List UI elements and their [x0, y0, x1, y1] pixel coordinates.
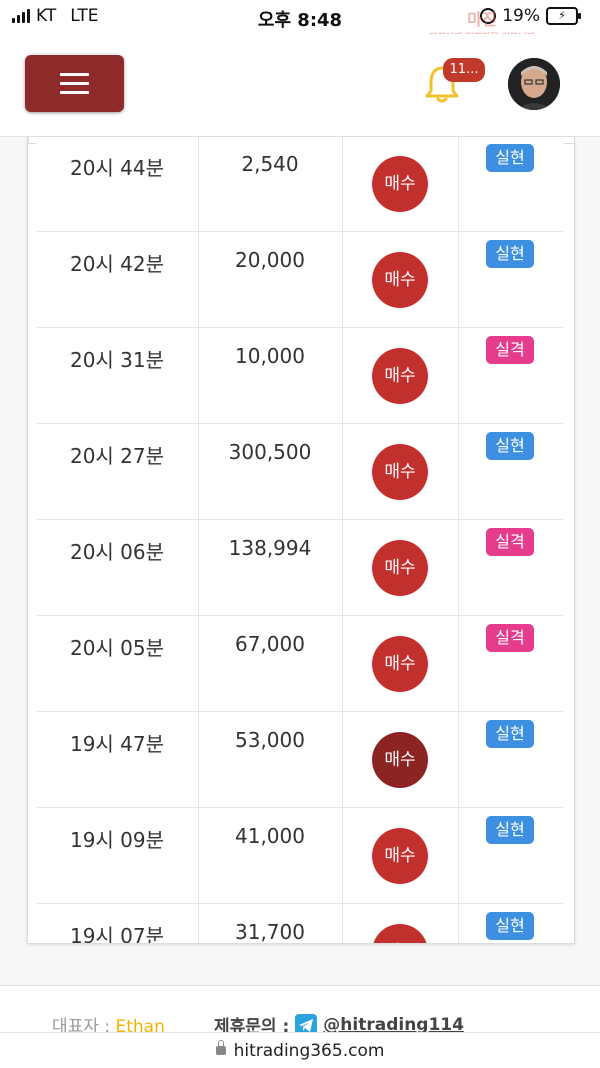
notification-badge[interactable]: 11...	[443, 58, 485, 82]
result-badge: 실현	[486, 432, 534, 460]
menu-line-icon	[60, 73, 89, 76]
table-row: 19시 09분 41,000 매수 실현	[36, 808, 564, 904]
result-badge: 실격	[486, 528, 534, 556]
amount-cell: 41,000	[198, 808, 343, 904]
table-row: 20시 05분 67,000 매수 실격	[36, 616, 564, 712]
amount-cell: 20,000	[198, 232, 343, 328]
table-row: 20시 06분 138,994 매수 실격	[36, 520, 564, 616]
buy-button[interactable]: 매수	[372, 540, 428, 596]
hamburger-menu-button[interactable]	[25, 55, 124, 112]
result-cell: 실격	[458, 616, 564, 712]
trade-amount: 67,000	[235, 632, 305, 656]
time-cell: 20시 42분	[36, 232, 199, 328]
trade-amount: 300,500	[228, 440, 312, 464]
trade-amount: 2,540	[241, 152, 299, 176]
url-display[interactable]: hitrading365.com	[0, 1040, 600, 1061]
trade-amount: 41,000	[235, 824, 305, 848]
trade-time: 20시 31분	[69, 348, 165, 372]
time-cell: 20시 44분	[36, 137, 199, 232]
result-badge: 실현	[486, 240, 534, 268]
trade-amount: 10,000	[235, 344, 305, 368]
trade-amount: 20,000	[235, 248, 305, 272]
buy-button[interactable]: 매수	[372, 636, 428, 692]
amount-cell: 53,000	[198, 712, 343, 808]
amount-cell: 31,700	[198, 904, 343, 944]
action-cell: 매수	[342, 232, 459, 328]
table-row: 20시 31분 10,000 매수 실격	[36, 328, 564, 424]
time-cell: 19시 47분	[36, 712, 199, 808]
result-badge: 실현	[486, 720, 534, 748]
table-row: 19시 07분 31,700 매수 실현	[36, 904, 564, 944]
trade-amount: 138,994	[228, 536, 312, 560]
time-cell: 20시 31분	[36, 328, 199, 424]
menu-line-icon	[60, 82, 89, 85]
time-cell: 19시 07분	[36, 904, 199, 944]
menu-line-icon	[60, 91, 89, 94]
amount-cell: 10,000	[198, 328, 343, 424]
table-row: 20시 42분 20,000 매수 실현	[36, 232, 564, 328]
avatar-face-icon	[508, 58, 560, 110]
trade-time: 19시 07분	[69, 924, 165, 944]
trade-time: 20시 27분	[69, 444, 165, 468]
trade-time: 19시 47분	[69, 732, 165, 756]
time-cell: 20시 27분	[36, 424, 199, 520]
trade-time: 19시 09분	[69, 828, 165, 852]
trade-amount: 53,000	[235, 728, 305, 752]
buy-button[interactable]: 매수	[372, 732, 428, 788]
buy-button[interactable]: 매수	[372, 444, 428, 500]
browser-url-bar[interactable]: hitrading365.com	[0, 1032, 600, 1068]
result-badge: 실격	[486, 624, 534, 652]
action-cell: 매수	[342, 424, 459, 520]
trade-time: 20시 05분	[69, 636, 165, 660]
result-badge: 실현	[486, 144, 534, 172]
buy-button[interactable]: 매수	[372, 924, 428, 943]
lock-icon	[215, 1040, 226, 1055]
result-badge: 실현	[486, 912, 534, 940]
result-cell: 실격	[458, 520, 564, 616]
result-cell: 실현	[458, 137, 564, 232]
trade-time: 20시 06분	[69, 540, 165, 564]
result-cell: 실현	[458, 904, 564, 943]
amount-cell: 138,994	[198, 520, 343, 616]
buy-button[interactable]: 매수	[372, 252, 428, 308]
trade-amount: 31,700	[235, 920, 305, 944]
action-cell: 매수	[342, 328, 459, 424]
action-cell: 매수	[342, 520, 459, 616]
site-header: 11...	[0, 34, 600, 137]
buy-button[interactable]: 매수	[372, 348, 428, 404]
result-cell: 실현	[458, 712, 564, 808]
result-cell: 실현	[458, 424, 564, 520]
result-badge: 실현	[486, 816, 534, 844]
table-row: 20시 27분 300,500 매수 실현	[36, 424, 564, 520]
result-cell: 실격	[458, 328, 564, 424]
trade-table: 20시 44분 2,540 매수 실현 20시 42분 20,000 매수 실현 20시 31분…	[27, 137, 575, 944]
result-cell: 실현	[458, 232, 564, 328]
result-badge: 실격	[486, 336, 534, 364]
amount-cell: 2,540	[198, 137, 343, 232]
table-row: 19시 47분 53,000 매수 실현	[36, 712, 564, 808]
time-cell: 20시 06분	[36, 520, 199, 616]
buy-button[interactable]: 매수	[372, 828, 428, 884]
amount-cell: 300,500	[198, 424, 343, 520]
action-cell: 매수	[342, 808, 459, 904]
user-avatar[interactable]	[508, 58, 560, 110]
watermark-title: 마진	[467, 10, 497, 29]
time-cell: 19시 09분	[36, 808, 199, 904]
action-cell: 매수	[342, 904, 459, 943]
table-row: 20시 44분 2,540 매수 실현	[36, 137, 564, 232]
trade-time: 20시 44분	[69, 156, 165, 180]
url-text: hitrading365.com	[233, 1041, 385, 1061]
buy-button[interactable]: 매수	[372, 156, 428, 212]
result-cell: 실현	[458, 808, 564, 904]
action-cell: 매수	[342, 712, 459, 808]
action-cell: 매수	[342, 616, 459, 712]
trade-time: 20시 42분	[69, 252, 165, 276]
time-cell: 20시 05분	[36, 616, 199, 712]
amount-cell: 67,000	[198, 616, 343, 712]
action-cell: 매수	[342, 137, 459, 232]
